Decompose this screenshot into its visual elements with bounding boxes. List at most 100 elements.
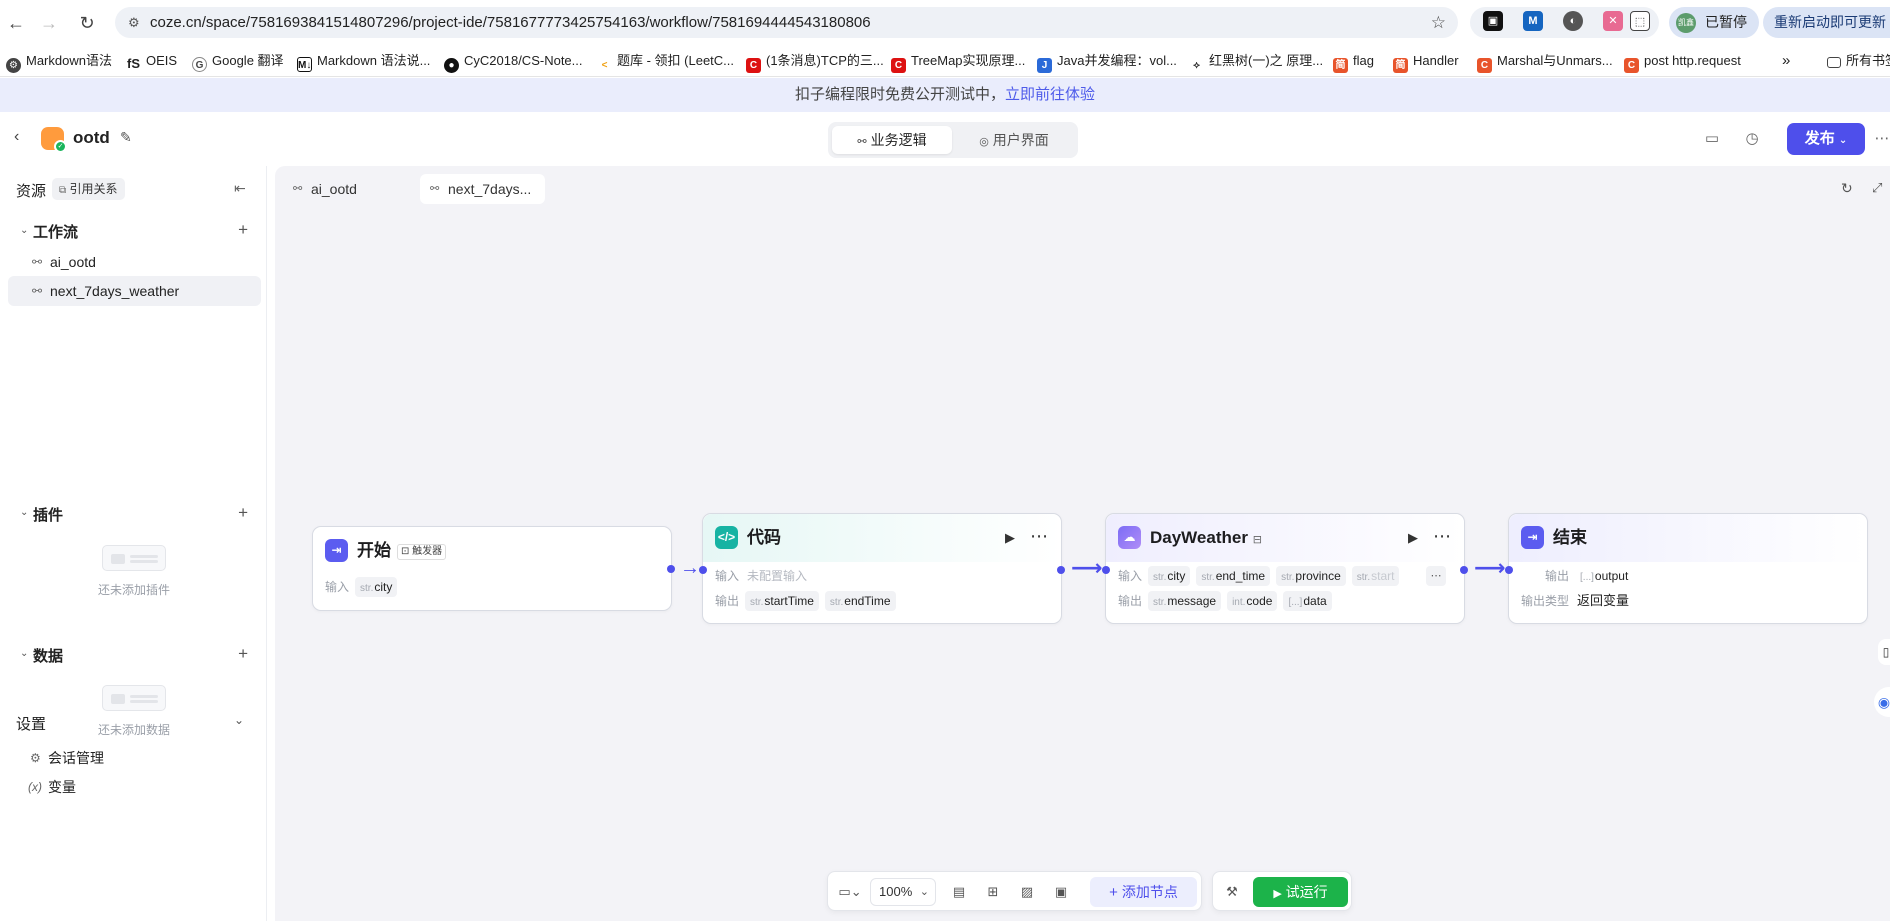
screen-icon[interactable]: ▣ (1050, 881, 1072, 903)
all-bookmarks[interactable]: 所有书签 (1827, 51, 1890, 71)
extension-icon[interactable]: ✕ (1603, 11, 1623, 31)
bookmark-item[interactable]: C TreeMap实现原理... (891, 51, 1025, 73)
archive-icon[interactable]: ▭ (1702, 129, 1722, 149)
sidebar-item-session-management[interactable]: ⚙ 会话管理 (8, 743, 261, 773)
profile-paused-button[interactable]: 凯鑫 已暂停 (1669, 7, 1759, 38)
add-workflow-icon[interactable]: + (238, 220, 248, 240)
tab-user-interface[interactable]: ◎ 用户界面 (954, 126, 1074, 154)
chevron-down-icon[interactable]: ⌄ (20, 225, 28, 236)
minimap-toggle-icon[interactable]: ▭⌄ (835, 881, 865, 903)
run-node-icon[interactable]: ▶ (1005, 530, 1015, 546)
canvas-tab-ai-ootd[interactable]: ⚯ ai_ootd (283, 174, 403, 204)
sidebar-item-next-7days-weather[interactable]: ⚯ next_7days_weather (8, 276, 261, 306)
output-port[interactable] (1460, 566, 1468, 574)
sidebar-item-variables[interactable]: (x) 变量 (8, 772, 261, 802)
chevron-down-icon[interactable]: ⌄ (20, 507, 28, 518)
bookmark-item[interactable]: 简 flag (1333, 51, 1374, 73)
resource-sidebar: 资源 ⧉ 引用关系 ⇤ ⌄ 工作流 + ⚯ ai_ootd ⚯ next_7days… (0, 166, 267, 921)
section-plugin[interactable]: 插件 (33, 504, 63, 525)
bookmark-item[interactable]: fS OEIS (126, 51, 177, 71)
workflow-canvas[interactable]: ⚯ ai_ootd ⚯ next_7days... ↻ ⤢ ⇥ 开始 ⊡ 触发器 输… (275, 166, 1890, 921)
forward-icon[interactable]: → (36, 10, 62, 36)
extension-icon[interactable]: ▣ (1483, 11, 1503, 31)
more-icon[interactable]: ⋯ (1874, 129, 1890, 149)
puzzle-icon[interactable]: ⬚ (1630, 11, 1650, 31)
extension-icon[interactable]: M (1523, 11, 1543, 31)
param-chip: str.city (1148, 566, 1191, 586)
input-port[interactable] (1102, 566, 1110, 574)
restart-update-button[interactable]: 重新启动即可更新 (1763, 7, 1890, 38)
refresh-icon[interactable]: ↻ (1841, 180, 1853, 197)
node-title: 结束 (1553, 528, 1587, 547)
canvas-tab-next-7days[interactable]: ⚯ next_7days... (420, 174, 545, 204)
chevron-down-icon[interactable]: ⌄ (234, 713, 244, 727)
end-node[interactable]: ⇥ 结束 输出 [...]output 输出类型 返回变量 (1505, 513, 1868, 624)
extensions-bar: ▣ M ◐ ✕ ⬚ (1470, 7, 1659, 38)
back-icon[interactable]: ← (3, 10, 29, 36)
banner-link[interactable]: 立即前往体验 (1005, 86, 1095, 103)
zoom-select[interactable]: 100% ⌄ (870, 878, 936, 906)
expand-icon[interactable]: ⤢ (1872, 180, 1882, 196)
start-icon: ⇥ (325, 539, 348, 562)
tab-business-logic[interactable]: ⚯ 业务逻辑 (832, 126, 952, 154)
layout-icon[interactable]: ⊞ (982, 881, 1004, 903)
section-data[interactable]: 数据 (33, 645, 63, 666)
edit-icon[interactable]: ✎ (120, 129, 132, 146)
edge-arrow: ⟶ (1474, 555, 1506, 580)
empty-placeholder-icon (102, 545, 166, 571)
extension-icon[interactable]: ◐ (1563, 11, 1583, 31)
bookmark-item[interactable]: ⚙ Markdown语法 (6, 51, 112, 73)
add-data-icon[interactable]: + (238, 644, 248, 664)
section-workflow[interactable]: 工作流 (33, 221, 78, 242)
reload-icon[interactable]: ↻ (74, 10, 100, 36)
start-node[interactable]: ⇥ 开始 ⊡ 触发器 输入 str.city (312, 526, 675, 611)
input-port[interactable] (699, 566, 707, 574)
code-node[interactable]: </> 代码 ▶ ⋯ 输入 未配置输入 输出 str.startTime str.en… (699, 513, 1065, 624)
plugin-empty-state: 还未添加插件 (59, 545, 209, 598)
image-icon[interactable]: ▨ (1016, 881, 1038, 903)
add-plugin-icon[interactable]: + (238, 503, 248, 523)
run-node-icon[interactable]: ▶ (1408, 530, 1418, 546)
bookmark-item[interactable]: C (1条消息)TCP的三... (746, 51, 884, 73)
more-params-icon[interactable]: ⋯ (1426, 566, 1446, 586)
bookmark-item[interactable]: Cpost http.request (1624, 51, 1741, 73)
bookmark-item[interactable]: J Java并发编程：vol... (1037, 51, 1177, 73)
section-settings[interactable]: 设置 (16, 713, 46, 734)
bookmark-item[interactable]: C Marshal与Unmars... (1477, 51, 1613, 73)
param-chip: str.province (1276, 566, 1346, 586)
address-bar[interactable]: ⚙ coze.cn/space/7581693841514807296/proj… (115, 7, 1458, 38)
bookmark-item[interactable]: M↓ Markdown 语法说... (297, 51, 430, 72)
input-port[interactable] (1505, 566, 1513, 574)
chevron-down-icon[interactable]: ⌄ (20, 648, 28, 659)
back-icon[interactable]: ‹ (14, 128, 19, 146)
site-info-icon[interactable]: ⚙ (128, 7, 140, 38)
bookmark-star-icon[interactable]: ☆ (1431, 7, 1446, 38)
dayweather-node[interactable]: ☁ DayWeather ⊟ ▶ ⋯ 输入 str.city str.end_tim… (1102, 513, 1468, 624)
test-run-button[interactable]: ▶ 试运行 (1253, 877, 1348, 907)
bookmark-item[interactable]: ⟡ 红黑树(一)之 原理... (1189, 51, 1323, 73)
bookmark-item[interactable]: < 题库 - 领扣 (LeetC... (597, 51, 734, 73)
data-empty-state: 还未添加数据 (59, 685, 209, 738)
bookmark-item[interactable]: G Google 翻译 (192, 51, 284, 72)
sidebar-item-ai-ootd[interactable]: ⚯ ai_ootd (8, 247, 261, 277)
bookmarks-overflow-icon[interactable]: » (1782, 51, 1790, 71)
node-output-row: 输出 [...]output (1545, 566, 1633, 586)
reference-button[interactable]: ⧉ 引用关系 (52, 178, 125, 200)
edge-arrow: ⟶ (1071, 555, 1103, 580)
bookmark-item[interactable]: 简 Handler (1393, 51, 1459, 73)
comment-icon[interactable]: ▤ (948, 881, 970, 903)
bookmark-item[interactable]: ● CyC2018/CS-Note... (444, 51, 583, 73)
add-node-button[interactable]: + 添加节点 (1090, 877, 1197, 907)
more-icon[interactable]: ⋯ (1030, 526, 1049, 547)
collapse-sidebar-icon[interactable]: ⇤ (234, 180, 246, 197)
publish-button[interactable]: 发布 ⌄ (1787, 123, 1865, 155)
history-icon[interactable]: ◷ (1742, 129, 1762, 149)
globe-icon[interactable]: ◉ (1874, 687, 1890, 717)
output-port[interactable] (667, 565, 675, 573)
wrench-icon[interactable]: ⚒ (1221, 881, 1243, 903)
feedback-icon[interactable]: ▯ (1878, 639, 1890, 665)
plus-icon: + (1109, 884, 1118, 901)
output-port[interactable] (1057, 566, 1065, 574)
more-icon[interactable]: ⋯ (1433, 526, 1452, 547)
param-chip: str.end_time (1196, 566, 1271, 586)
